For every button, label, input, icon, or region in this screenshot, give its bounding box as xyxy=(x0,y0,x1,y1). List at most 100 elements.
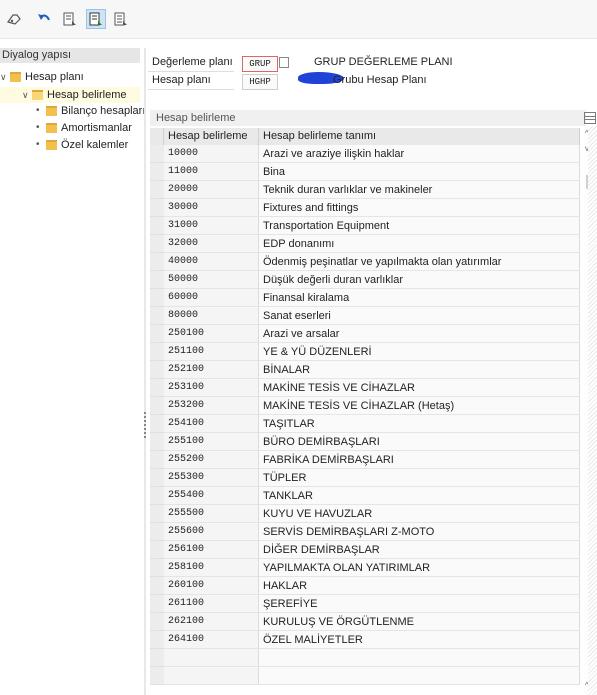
tree-item-hesap-belirleme[interactable]: ∨ Hesap belirleme xyxy=(0,87,140,103)
cell-account-code[interactable]: 250100 xyxy=(164,325,259,343)
cell-account-code[interactable]: 253100 xyxy=(164,379,259,397)
cell-account-code[interactable]: 80000 xyxy=(164,307,259,325)
table-row[interactable]: 40000 Ödenmiş peşinatlar ve yapılmakta ol… xyxy=(150,253,580,271)
cell-account-description[interactable]: DİĞER DEMİRBAŞLAR xyxy=(259,541,580,559)
cell-account-description[interactable]: BÜRO DEMİRBAŞLARI xyxy=(259,433,580,451)
cell-account-description[interactable]: Düşük değerli duran varlıklar xyxy=(259,271,580,289)
table-row[interactable]: 256100 DİĞER DEMİRBAŞLAR xyxy=(150,541,580,559)
table-row[interactable]: 261100 ŞEREFİYE xyxy=(150,595,580,613)
cell-account-description[interactable]: Sanat eserleri xyxy=(259,307,580,325)
cell-account-code[interactable]: 60000 xyxy=(164,289,259,307)
table-row[interactable]: 255400 TANKLAR xyxy=(150,487,580,505)
table-row[interactable] xyxy=(150,649,580,667)
cell-account-code[interactable] xyxy=(164,667,259,685)
table-row[interactable]: 262100 KURULUŞ VE ÖRGÜTLENME xyxy=(150,613,580,631)
cell-account-description[interactable]: TAŞITLAR xyxy=(259,415,580,433)
cell-account-code[interactable]: 255100 xyxy=(164,433,259,451)
valuation-plan-field[interactable]: GRUP xyxy=(242,56,278,72)
table-row[interactable]: 260100 HAKLAR xyxy=(150,577,580,595)
table-row[interactable]: 10000 Arazi ve araziye ilişkin haklar xyxy=(150,145,580,163)
cell-account-description[interactable]: YE & YÜ DÜZENLERİ xyxy=(259,343,580,361)
cell-account-code[interactable]: 256100 xyxy=(164,541,259,559)
cell-account-code[interactable]: 252100 xyxy=(164,361,259,379)
table-row[interactable]: 255100 BÜRO DEMİRBAŞLARI xyxy=(150,433,580,451)
table-row[interactable]: 253100 MAKİNE TESİS VE CİHAZLAR xyxy=(150,379,580,397)
cell-account-description[interactable]: YAPILMAKTA OLAN YATIRIMLAR xyxy=(259,559,580,577)
table-row[interactable]: 30000 Fixtures and fittings xyxy=(150,199,580,217)
value-help-icon[interactable] xyxy=(279,57,289,68)
cell-account-code[interactable]: 255200 xyxy=(164,451,259,469)
detail-icon[interactable] xyxy=(60,9,80,29)
undo-icon[interactable] xyxy=(34,9,54,29)
cell-account-code[interactable]: 264100 xyxy=(164,631,259,649)
cell-account-description[interactable]: KUYU VE HAVUZLAR xyxy=(259,505,580,523)
cell-account-description[interactable]: ÖZEL MALİYETLER xyxy=(259,631,580,649)
table-row[interactable]: 251100 YE & YÜ DÜZENLERİ xyxy=(150,343,580,361)
table-row[interactable]: 253200 MAKİNE TESİS VE CİHAZLAR (Hetaş) xyxy=(150,397,580,415)
table-row[interactable]: 32000 EDP donanımı xyxy=(150,235,580,253)
cell-account-code[interactable]: 262100 xyxy=(164,613,259,631)
cell-account-description[interactable]: SERVİS DEMİRBAŞLARI Z-MOTO xyxy=(259,523,580,541)
table-settings-icon[interactable] xyxy=(584,112,596,124)
cell-account-description[interactable]: Finansal kiralama xyxy=(259,289,580,307)
cell-account-code[interactable]: 254100 xyxy=(164,415,259,433)
column-header-code[interactable]: Hesap belirleme xyxy=(164,128,259,145)
cell-account-code[interactable]: 11000 xyxy=(164,163,259,181)
table-row[interactable]: 252100 BİNALAR xyxy=(150,361,580,379)
cell-account-description[interactable] xyxy=(259,649,580,667)
cell-account-description[interactable]: Bina xyxy=(259,163,580,181)
cell-account-code[interactable]: 30000 xyxy=(164,199,259,217)
cell-account-description[interactable]: Ödenmiş peşinatlar ve yapılmakta olan ya… xyxy=(259,253,580,271)
table-row[interactable]: 31000 Transportation Equipment xyxy=(150,217,580,235)
cell-account-description[interactable]: BİNALAR xyxy=(259,361,580,379)
table-row[interactable]: 255600 SERVİS DEMİRBAŞLARI Z-MOTO xyxy=(150,523,580,541)
column-header-description[interactable]: Hesap belirleme tanımı xyxy=(259,128,580,145)
cell-account-code[interactable]: 40000 xyxy=(164,253,259,271)
cell-account-code[interactable]: 255600 xyxy=(164,523,259,541)
table-row[interactable]: 254100 TAŞITLAR xyxy=(150,415,580,433)
cell-account-code[interactable]: 31000 xyxy=(164,217,259,235)
cell-account-description[interactable]: Arazi ve araziye ilişkin haklar xyxy=(259,145,580,163)
cell-account-description[interactable]: FABRİKA DEMİRBAŞLARI xyxy=(259,451,580,469)
table-row[interactable]: 250100 Arazi ve arsalar xyxy=(150,325,580,343)
table-row[interactable]: 264100 ÖZEL MALİYETLER xyxy=(150,631,580,649)
other-object-icon[interactable] xyxy=(4,9,24,29)
table-row[interactable]: 50000 Düşük değerli duran varlıklar xyxy=(150,271,580,289)
cell-account-description[interactable]: HAKLAR xyxy=(259,577,580,595)
cell-account-description[interactable]: MAKİNE TESİS VE CİHAZLAR (Hetaş) xyxy=(259,397,580,415)
table-row[interactable]: 255500 KUYU VE HAVUZLAR xyxy=(150,505,580,523)
cell-account-description[interactable]: TANKLAR xyxy=(259,487,580,505)
cell-account-code[interactable]: 255400 xyxy=(164,487,259,505)
table-row[interactable]: 258100 YAPILMAKTA OLAN YATIRIMLAR xyxy=(150,559,580,577)
cell-account-code[interactable]: 258100 xyxy=(164,559,259,577)
splitter-grip[interactable] xyxy=(144,412,146,440)
tree-item-ozel-kalemler[interactable]: • Özel kalemler xyxy=(36,137,128,153)
cell-account-description[interactable] xyxy=(259,667,580,685)
tree-item-bilanco-hesaplari[interactable]: • Bilanço hesapları xyxy=(36,103,145,119)
table-row[interactable]: 255300 TÜPLER xyxy=(150,469,580,487)
cell-account-code[interactable]: 251100 xyxy=(164,343,259,361)
cell-account-code[interactable] xyxy=(164,649,259,667)
table-row[interactable]: 255200 FABRİKA DEMİRBAŞLARI xyxy=(150,451,580,469)
cell-account-code[interactable]: 20000 xyxy=(164,181,259,199)
cell-account-description[interactable]: Fixtures and fittings xyxy=(259,199,580,217)
cell-account-code[interactable]: 255300 xyxy=(164,469,259,487)
cell-account-code[interactable]: 10000 xyxy=(164,145,259,163)
chevron-down-icon[interactable]: ∨ xyxy=(22,87,30,103)
select-all-icon[interactable] xyxy=(111,9,131,29)
cell-account-description[interactable]: MAKİNE TESİS VE CİHAZLAR xyxy=(259,379,580,397)
tree-item-amortismanlar[interactable]: • Amortismanlar xyxy=(36,120,132,136)
cell-account-code[interactable]: 260100 xyxy=(164,577,259,595)
cell-account-description[interactable]: Teknik duran varlıklar ve makineler xyxy=(259,181,580,199)
table-view-icon[interactable] xyxy=(86,9,106,29)
cell-account-description[interactable]: ŞEREFİYE xyxy=(259,595,580,613)
cell-account-code[interactable]: 261100 xyxy=(164,595,259,613)
cell-account-code[interactable]: 255500 xyxy=(164,505,259,523)
cell-account-code[interactable]: 32000 xyxy=(164,235,259,253)
cell-account-description[interactable]: Transportation Equipment xyxy=(259,217,580,235)
cell-account-description[interactable]: TÜPLER xyxy=(259,469,580,487)
cell-account-description[interactable]: EDP donanımı xyxy=(259,235,580,253)
account-plan-field[interactable]: HGHP xyxy=(242,74,278,90)
table-row[interactable]: 80000 Sanat eserleri xyxy=(150,307,580,325)
cell-account-code[interactable]: 50000 xyxy=(164,271,259,289)
